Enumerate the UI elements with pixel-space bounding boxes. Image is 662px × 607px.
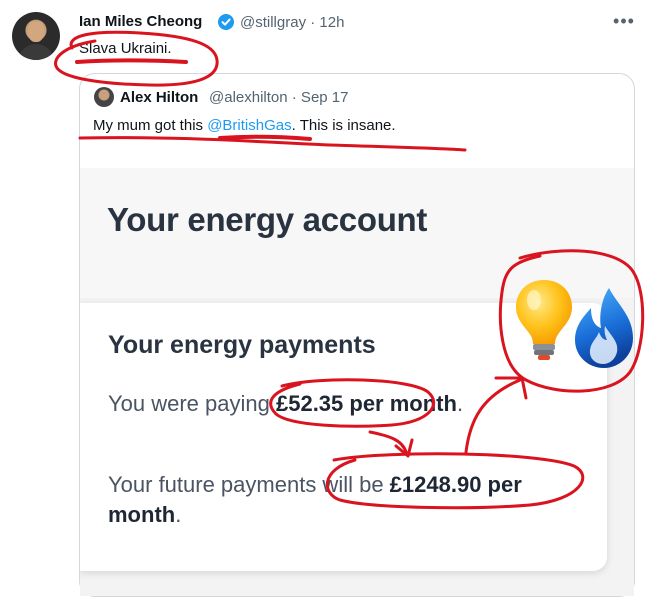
lightbulb-icon — [516, 280, 572, 360]
quote-text-after: . This is insane. — [291, 117, 396, 134]
tweet-text: Slava Ukraini. — [79, 40, 172, 57]
author-name[interactable]: Ian Miles Cheong — [79, 13, 202, 30]
embedded-image[interactable]: Your energy account Your energy payments… — [80, 168, 634, 596]
energy-payments-heading: Your energy payments — [108, 331, 376, 359]
quote-author-avatar — [94, 87, 114, 107]
previous-payment-line: You were paying £52.35 per month. — [108, 389, 588, 419]
quote-author-handle-time: @alexhilton · Sep 17 — [209, 89, 349, 106]
previous-payment-amount: £52.35 per month — [275, 391, 457, 416]
more-horizontal-icon[interactable]: ••• — [612, 12, 636, 30]
quote-text: My mum got this @BritishGas. This is ins… — [93, 117, 396, 134]
author-handle-time[interactable]: @stillgray · 12h — [240, 14, 344, 31]
gas-flame-icon — [575, 288, 633, 368]
previous-payment-prefix: You were paying — [108, 391, 276, 416]
future-payment-prefix: Your future payments will be — [108, 472, 390, 497]
previous-payment-suffix: . — [456, 391, 464, 416]
underline-annotation-tweet-text — [75, 58, 188, 64]
energy-account-title: Your energy account — [107, 201, 428, 238]
author-avatar[interactable] — [12, 12, 60, 60]
verified-badge-icon — [218, 14, 234, 30]
quote-author-name: Alex Hilton — [120, 89, 199, 106]
future-payment-suffix: . — [175, 502, 182, 527]
quote-text-before: My mum got this — [93, 117, 208, 134]
future-payment-line: Your future payments will be £1248.90 pe… — [108, 470, 588, 530]
britishgas-mention-link[interactable]: @BritishGas — [207, 117, 291, 134]
